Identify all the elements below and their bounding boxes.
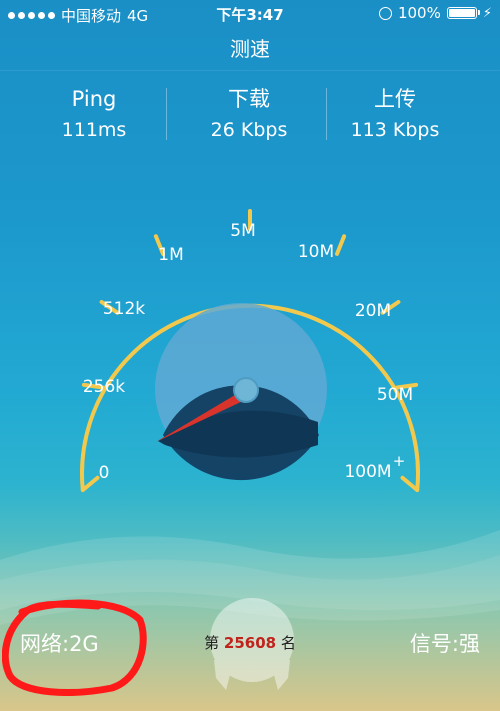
rank-number: 25608	[223, 634, 277, 652]
rank-suffix: 名	[280, 634, 296, 652]
speed-test-screen: 中国移动 4G 下午3:47 100% ⚡ 测速 Ping 111ms 下载 2…	[0, 0, 500, 711]
tick-label: 512k	[103, 299, 145, 319]
tick-label: 10M	[298, 242, 334, 262]
rank-prefix: 第	[204, 634, 220, 652]
signal-label: 信号:强	[409, 632, 480, 656]
annotation-circle	[2, 599, 147, 696]
tick-label: 50M	[377, 385, 413, 405]
tick-plus: +	[393, 452, 406, 470]
tick-label: 1M	[158, 245, 183, 265]
needle-hub	[233, 377, 259, 403]
tick-label: 5M	[230, 221, 255, 241]
tick-label: 20M	[355, 301, 391, 321]
tick-label: 100M	[344, 462, 391, 482]
tick-label: 0	[99, 463, 110, 483]
tick-label: 256k	[83, 377, 125, 397]
